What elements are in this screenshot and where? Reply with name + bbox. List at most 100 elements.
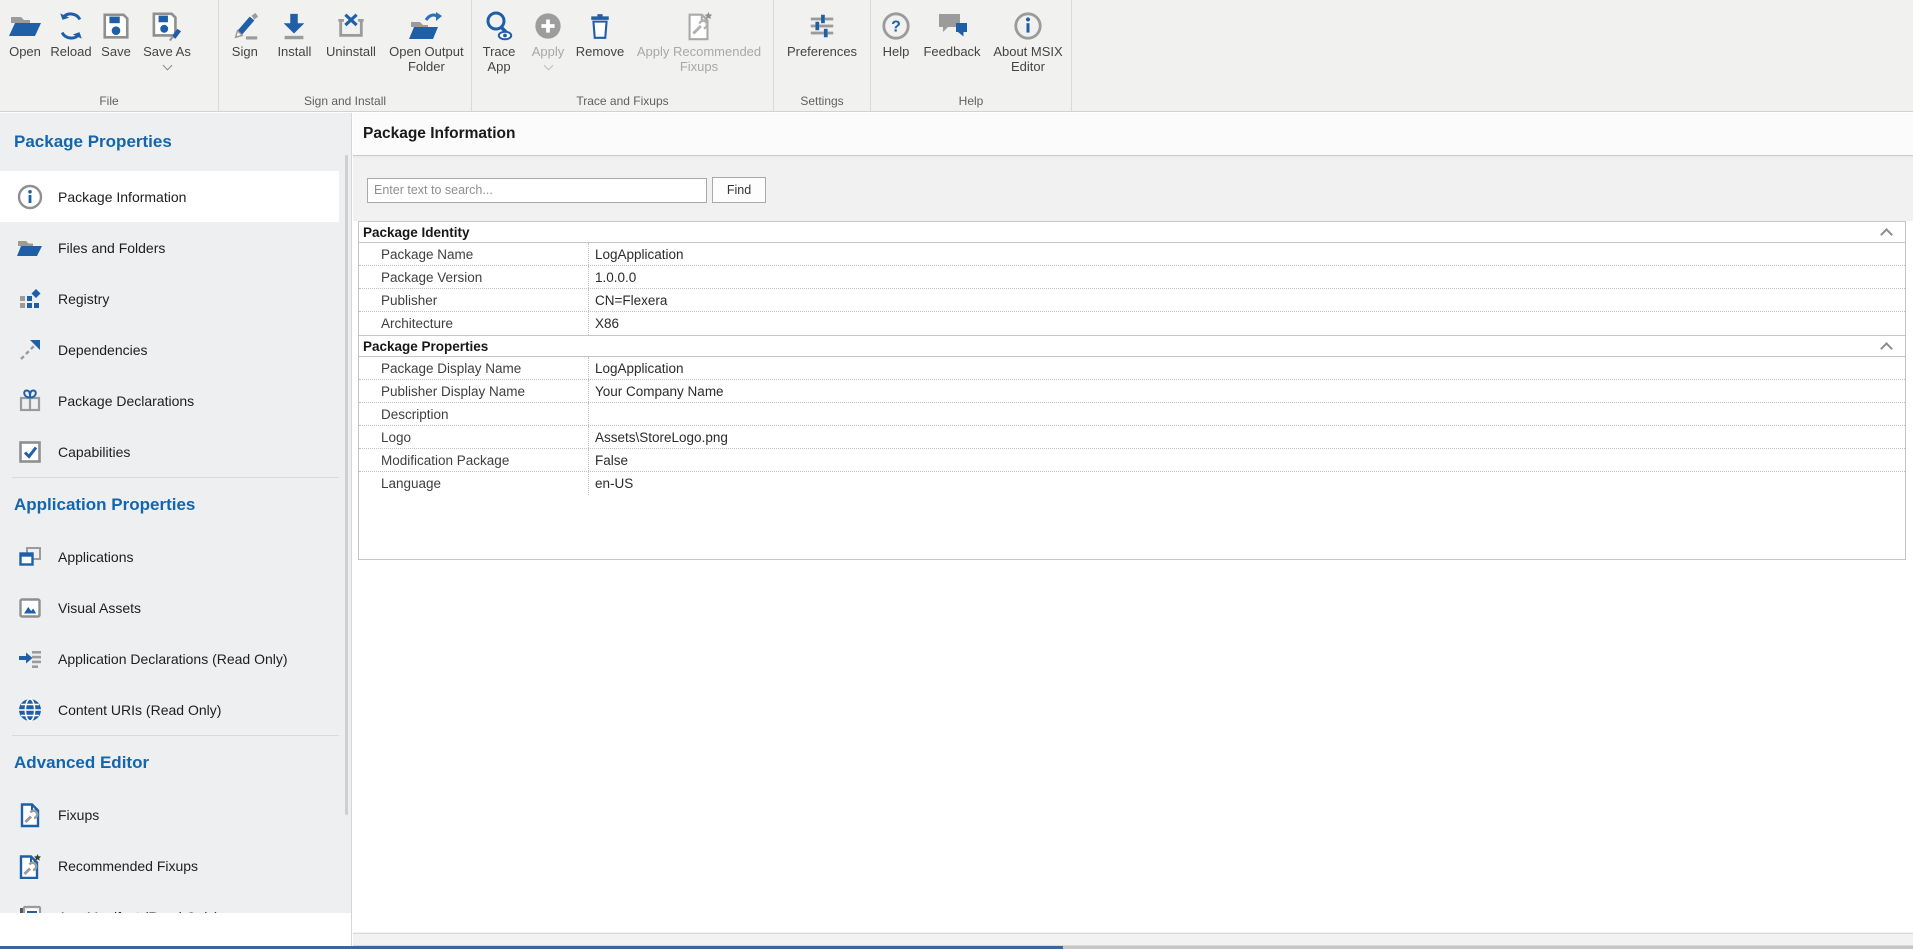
property-value[interactable]: Assets\StoreLogo.png — [588, 426, 1905, 448]
table-row[interactable]: Logo Assets\StoreLogo.png — [359, 426, 1905, 449]
sidebar-item-recommended-fixups[interactable]: Recommended Fixups — [0, 840, 339, 891]
sidebar-item-package-information[interactable]: Package Information — [0, 171, 339, 222]
table-row[interactable]: Language en-US — [359, 472, 1905, 495]
about-info-icon — [1013, 7, 1043, 44]
property-value[interactable] — [588, 403, 1905, 425]
property-value[interactable]: Your Company Name — [588, 380, 1905, 402]
property-value[interactable]: 1.0.0.0 — [588, 266, 1905, 288]
sidebar-item-dependencies[interactable]: Dependencies — [0, 324, 339, 375]
ribbon-group-file: Open Reload Save — [0, 0, 219, 111]
doc-wrench-icon — [16, 801, 43, 828]
open-folder-icon — [7, 7, 43, 44]
sign-button[interactable]: Sign — [221, 5, 269, 59]
collapse-chevron-icon[interactable] — [1880, 228, 1893, 241]
table-row[interactable]: Modification Package False — [359, 449, 1905, 472]
feedback-bubbles-icon — [935, 7, 969, 44]
sidebar-item-visual-assets[interactable]: Visual Assets — [0, 582, 339, 633]
remove-button[interactable]: Remove — [572, 5, 628, 59]
save-floppy-icon — [101, 7, 131, 44]
sidebar-item-fixups[interactable]: Fixups — [0, 789, 339, 840]
preferences-button[interactable]: Preferences — [775, 5, 870, 59]
apply-recommended-fixups-label: Apply Recommended Fixups — [633, 44, 765, 74]
main-panel: Package Information Find Package Identit… — [353, 113, 1913, 949]
property-value[interactable]: LogApplication — [588, 243, 1905, 265]
dependencies-arrow-icon — [16, 336, 43, 363]
ribbon-group-label-help: Help — [871, 94, 1071, 108]
sidebar-item-label: Content URIs (Read Only) — [58, 702, 221, 718]
apply-recommended-fixups-button[interactable]: Apply Recommended Fixups — [628, 5, 770, 74]
sidebar-item-package-declarations[interactable]: Package Declarations — [0, 375, 339, 426]
property-value[interactable]: LogApplication — [588, 357, 1905, 379]
apply-button-label: Apply — [532, 44, 565, 59]
sidebar-item-label: Fixups — [58, 807, 99, 823]
ribbon-group-label-file: File — [0, 94, 218, 108]
ribbon-group-label-trace-fixups: Trace and Fixups — [472, 94, 773, 108]
search-bar: Find — [367, 177, 1913, 203]
section-header-package-identity[interactable]: Package Identity — [359, 221, 1905, 243]
table-row[interactable]: Package Display Name LogApplication — [359, 357, 1905, 380]
property-value[interactable]: CN=Flexera — [588, 289, 1905, 311]
install-button-label: Install — [277, 44, 311, 59]
reload-button-label: Reload — [50, 44, 91, 59]
help-button[interactable]: ? Help — [873, 5, 919, 59]
table-row[interactable]: Publisher CN=Flexera — [359, 289, 1905, 312]
open-button-label: Open — [9, 44, 41, 59]
sidebar-item-files-and-folders[interactable]: Files and Folders — [0, 222, 339, 273]
open-button[interactable]: Open — [2, 5, 48, 59]
image-icon — [16, 594, 43, 621]
feedback-button[interactable]: Feedback — [919, 5, 985, 59]
reload-button[interactable]: Reload — [48, 5, 94, 59]
sidebar-item-applications[interactable]: Applications — [0, 531, 339, 582]
table-row[interactable]: Description — [359, 403, 1905, 426]
property-label: Package Name — [359, 247, 588, 262]
open-output-folder-button[interactable]: Open Output Folder — [382, 5, 471, 74]
trace-app-button[interactable]: Trace App — [474, 5, 524, 74]
table-row[interactable]: Publisher Display Name Your Company Name — [359, 380, 1905, 403]
sidebar-heading-application-properties: Application Properties — [0, 478, 351, 531]
table-row[interactable]: Package Version 1.0.0.0 — [359, 266, 1905, 289]
preferences-button-label: Preferences — [787, 44, 857, 59]
uninstall-button-label: Uninstall — [326, 44, 376, 59]
gift-icon — [16, 387, 43, 414]
property-label: Package Version — [359, 270, 588, 285]
apply-button[interactable]: Apply — [524, 5, 572, 69]
about-msix-editor-label: About MSIX Editor — [988, 44, 1068, 74]
property-label: Logo — [359, 430, 588, 445]
save-button[interactable]: Save — [94, 5, 138, 59]
sidebar-item-capabilities[interactable]: Capabilities — [0, 426, 339, 477]
dropdown-chevron-icon[interactable] — [162, 61, 172, 71]
table-row[interactable]: Architecture X86 — [359, 312, 1905, 335]
save-as-icon — [151, 7, 183, 44]
dropdown-chevron-icon — [543, 61, 553, 71]
apply-plus-icon — [533, 7, 563, 44]
property-value[interactable]: en-US — [588, 472, 1905, 495]
section-header-package-properties[interactable]: Package Properties — [359, 335, 1905, 357]
save-as-button[interactable]: Save As — [138, 5, 196, 69]
sidebar-item-registry[interactable]: Registry — [0, 273, 339, 324]
property-value[interactable]: X86 — [588, 312, 1905, 335]
sidebar-item-label: Visual Assets — [58, 600, 141, 616]
property-label: Architecture — [359, 316, 588, 331]
collapse-chevron-icon[interactable] — [1880, 342, 1893, 355]
sidebar-item-content-uris[interactable]: Content URIs (Read Only) — [0, 684, 339, 735]
sidebar-item-application-declarations[interactable]: Application Declarations (Read Only) — [0, 633, 339, 684]
arrow-list-icon — [16, 645, 43, 672]
svg-text:?: ? — [891, 18, 901, 35]
trace-app-button-label: Trace App — [478, 44, 520, 74]
property-value[interactable]: False — [588, 449, 1905, 471]
registry-icon — [16, 285, 43, 312]
sidebar-scrollbar[interactable] — [345, 155, 348, 815]
sidebar-item-label: Capabilities — [58, 444, 130, 460]
find-button[interactable]: Find — [712, 177, 766, 203]
property-label: Modification Package — [359, 453, 588, 468]
search-input[interactable] — [367, 178, 707, 203]
horizontal-scrollbar[interactable] — [353, 933, 1913, 946]
help-circle-icon: ? — [881, 7, 911, 44]
about-msix-editor-button[interactable]: About MSIX Editor — [985, 5, 1071, 74]
sidebar-item-label: Package Information — [58, 189, 186, 205]
uninstall-button[interactable]: Uninstall — [320, 5, 382, 59]
table-row[interactable]: Package Name LogApplication — [359, 243, 1905, 266]
install-button[interactable]: Install — [269, 5, 321, 59]
preferences-sliders-icon — [807, 7, 837, 44]
save-as-button-label: Save As — [143, 44, 191, 59]
